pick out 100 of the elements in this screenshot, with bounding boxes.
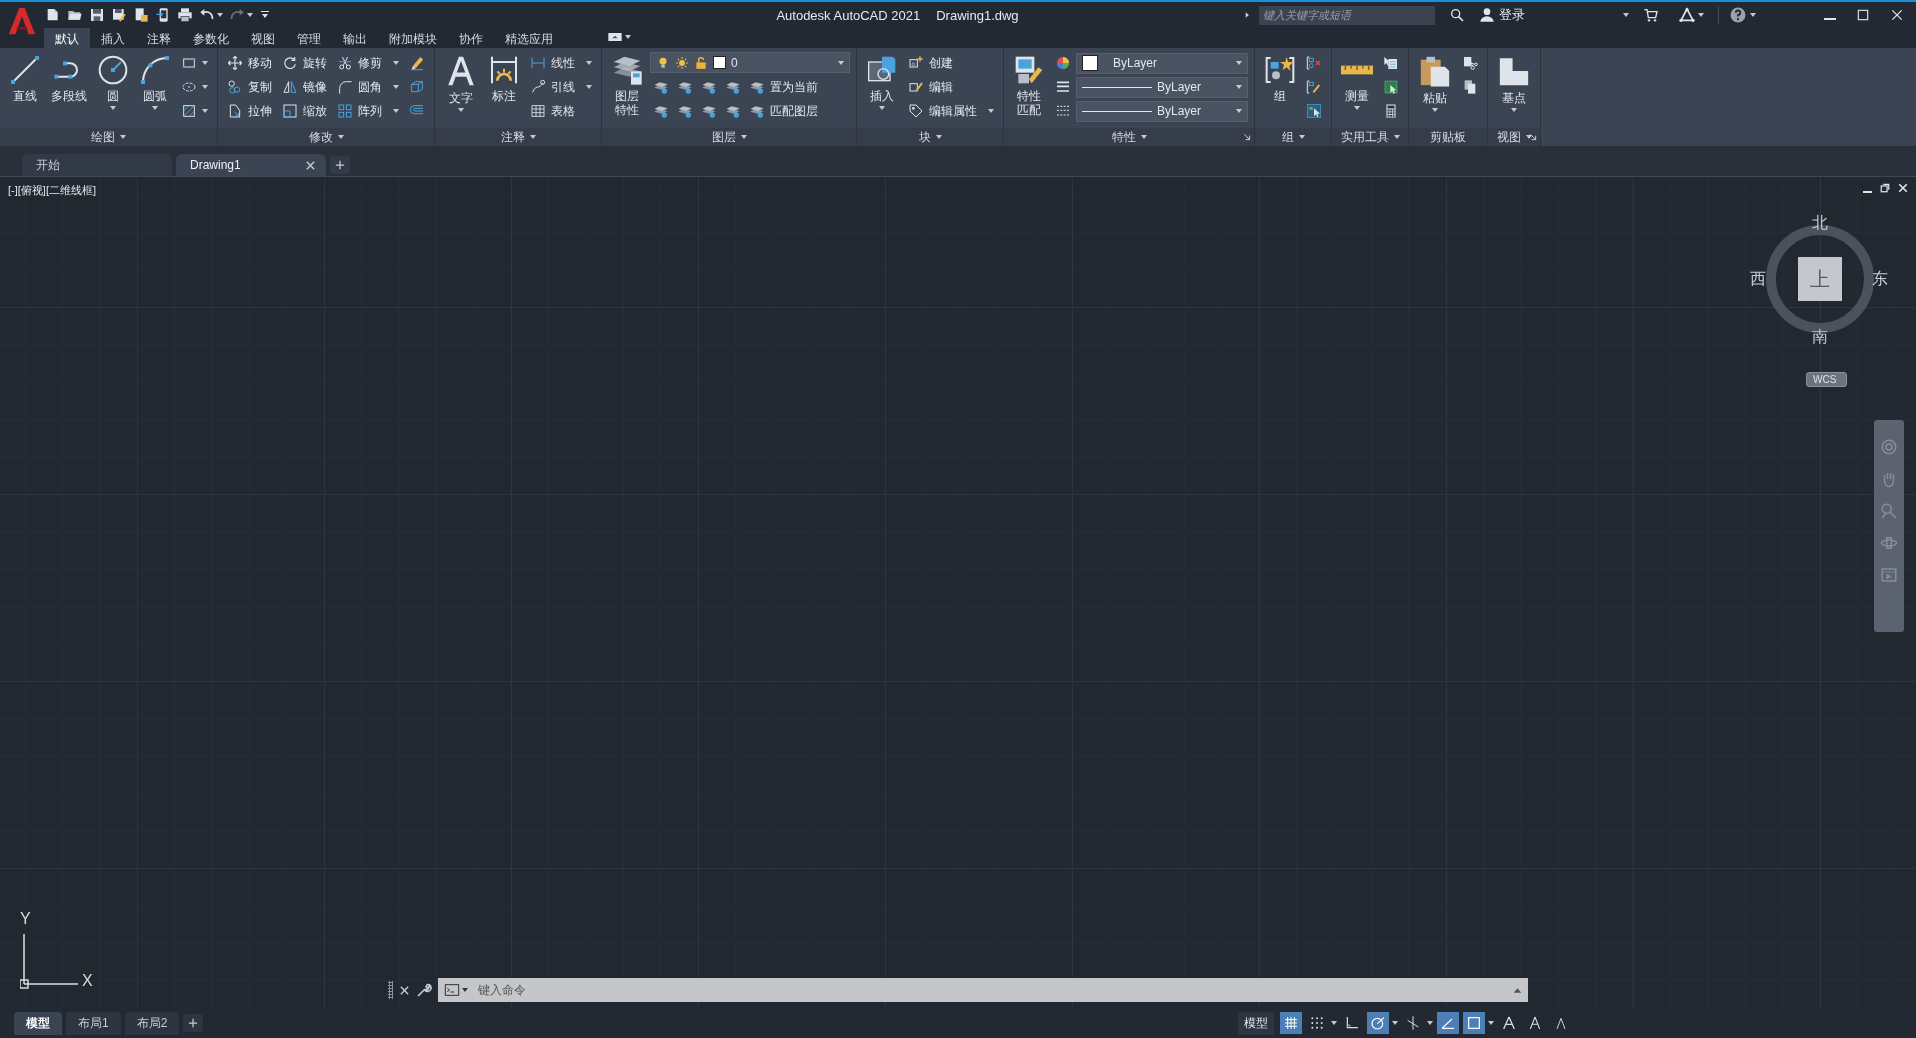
wrench-icon — [416, 982, 432, 998]
close-tab-button[interactable] — [305, 159, 316, 171]
ucs-button[interactable]: WCS — [1806, 372, 1848, 387]
ribbon-button[interactable]: 圆 — [94, 52, 132, 112]
ribbon-button[interactable]: 旋转 — [279, 52, 330, 74]
line-dropdown[interactable]: ByLayer — [1076, 76, 1248, 98]
ribbon-tab[interactable]: 附加模块 — [378, 28, 448, 48]
app-title: Autodesk AutoCAD 2021 — [776, 7, 921, 23]
viewcube-face[interactable]: 上 — [1798, 257, 1842, 301]
status-toggle-button[interactable] — [1280, 1012, 1302, 1034]
new-tab-button[interactable] — [330, 156, 350, 174]
compass-label[interactable]: 南 — [1812, 327, 1828, 348]
panel-title-button[interactable]: 图层 — [707, 128, 751, 146]
status-toggle-button[interactable] — [1463, 1012, 1494, 1034]
launcher-button[interactable] — [1529, 133, 1537, 141]
ribbon-button[interactable]: 镜像 — [279, 76, 330, 98]
document-tab[interactable]: Drawing1 — [176, 154, 326, 176]
close-button[interactable] — [399, 984, 410, 996]
ribbon-button[interactable]: 置为当前 — [746, 76, 821, 98]
panel-title-button[interactable]: 修改 — [304, 128, 348, 146]
customize-button[interactable] — [416, 982, 432, 998]
launcher-button[interactable] — [1243, 133, 1251, 141]
ribbon-button[interactable]: 表格 — [527, 100, 595, 122]
ribbon-button[interactable]: 直线 — [6, 52, 44, 105]
line-dropdown[interactable]: ByLayer — [1076, 100, 1248, 122]
status-toggle-button[interactable] — [1437, 1012, 1459, 1034]
status-toggle-button[interactable] — [1367, 1012, 1398, 1034]
ribbon-button[interactable]: 复制 — [224, 76, 275, 98]
compass-label[interactable]: 东 — [1872, 269, 1888, 290]
panel-title-button[interactable]: 绘图 — [87, 128, 130, 146]
ribbon-button[interactable]: 线性 — [527, 52, 595, 74]
expand-button[interactable] — [1513, 985, 1522, 995]
layout-tab[interactable]: 布局2 — [124, 1011, 180, 1035]
ribbon-button[interactable]: 移动 — [224, 52, 275, 74]
ribbon-tab[interactable]: 插入 — [90, 28, 136, 48]
save-as-button[interactable] — [110, 7, 128, 23]
new-layout-button[interactable] — [183, 1014, 204, 1032]
ribbon-button[interactable]: 阵列 — [334, 100, 402, 122]
model-space-button[interactable]: 模型 — [1238, 1011, 1274, 1035]
panel-title-button[interactable]: 块 — [914, 128, 946, 146]
ribbon-tab[interactable]: 参数化 — [182, 28, 240, 48]
logo-icon — [7, 6, 37, 36]
grid-icon — [1283, 1015, 1299, 1031]
ribbon-button[interactable]: 圆角 — [334, 76, 402, 98]
ribbon-button[interactable]: 编辑属性 — [905, 100, 997, 122]
ribbon-tab[interactable]: 注释 — [136, 28, 182, 48]
restore-button[interactable] — [1878, 181, 1892, 195]
panel-title-button[interactable]: 实用工具 — [1336, 128, 1404, 146]
layout-tab[interactable]: 模型 — [14, 1011, 62, 1035]
ribbon-button[interactable]: 测量 — [1338, 52, 1376, 112]
viewport-label[interactable]: [-][俯视][二维线框] — [8, 183, 96, 198]
ribbon-button[interactable]: 标注 — [485, 52, 523, 105]
compass-label[interactable]: 北 — [1812, 213, 1828, 234]
ribbon-button[interactable]: 修剪 — [334, 52, 402, 74]
ribbon-button[interactable]: 基点 — [1494, 52, 1534, 114]
arrow-right-icon — [1243, 11, 1251, 19]
print-button[interactable] — [176, 7, 194, 23]
panel-title-button[interactable]: 特性 — [1107, 128, 1151, 146]
ribbon-tab[interactable]: 管理 — [286, 28, 332, 48]
panel-title-button[interactable]: 组 — [1277, 128, 1309, 146]
document-tab[interactable]: 开始 — [22, 154, 172, 176]
ribbon-tab[interactable]: 默认 — [44, 28, 90, 48]
ribbon-button[interactable]: 创建 — [905, 52, 997, 74]
ribbon-button[interactable]: 缩放 — [279, 100, 330, 122]
ribbon-button[interactable]: 组 — [1261, 52, 1299, 105]
triangle-nodes-icon — [1679, 7, 1695, 23]
color-dropdown[interactable]: ByLayer — [1076, 52, 1248, 74]
print-icon — [177, 7, 193, 23]
search-field[interactable]: 键入关键字或短语 — [1259, 5, 1435, 25]
layer-dropdown[interactable]: 0 — [650, 52, 850, 73]
panel-title-button[interactable]: 视图 — [1492, 128, 1536, 146]
ribbon-button[interactable]: 圆弧 — [136, 52, 174, 112]
panel-title-button[interactable]: 剪贴板 — [1426, 128, 1470, 146]
file-name: Drawing1.dwg — [936, 7, 1019, 23]
close-button[interactable] — [1896, 181, 1910, 195]
ribbon-button[interactable]: 图层特性 — [608, 52, 646, 119]
ribbon-tab[interactable]: 输出 — [332, 28, 378, 48]
command-field[interactable]: 键入命令 — [478, 981, 1503, 999]
ribbon-button[interactable]: 多段线 — [48, 52, 90, 105]
compass-label[interactable]: 西 — [1750, 269, 1766, 290]
ribbon-tab[interactable]: 精选应用 — [494, 28, 564, 48]
ribbon-button[interactable]: 插入 — [863, 52, 901, 112]
drag-handle[interactable] — [388, 981, 393, 999]
ribbon-button[interactable]: 文字 — [441, 52, 481, 114]
panel-title-button[interactable]: 注释 — [496, 128, 540, 146]
ribbon-tab[interactable]: 视图 — [240, 28, 286, 48]
ribbon-button[interactable]: 特性匹配 — [1010, 52, 1048, 119]
triangle-up-icon — [1513, 985, 1522, 995]
caret-icon — [1140, 135, 1147, 139]
ribbon-button[interactable]: 匹配图层 — [746, 100, 821, 122]
ribbon-button[interactable]: 引线 — [527, 76, 595, 98]
select-all-icon — [1383, 79, 1399, 95]
ribbon-button[interactable]: 编辑 — [905, 76, 997, 98]
layout-tab[interactable]: 布局1 — [66, 1011, 121, 1035]
save-button[interactable] — [88, 7, 106, 23]
recent-commands-button[interactable] — [444, 982, 468, 998]
ribbon-button[interactable]: 拉伸 — [224, 100, 275, 122]
ribbon-button[interactable]: 粘贴 — [1415, 52, 1455, 114]
sign-in-button[interactable]: 登录 — [1479, 6, 1525, 24]
ribbon-tab[interactable]: 协作 — [448, 28, 494, 48]
